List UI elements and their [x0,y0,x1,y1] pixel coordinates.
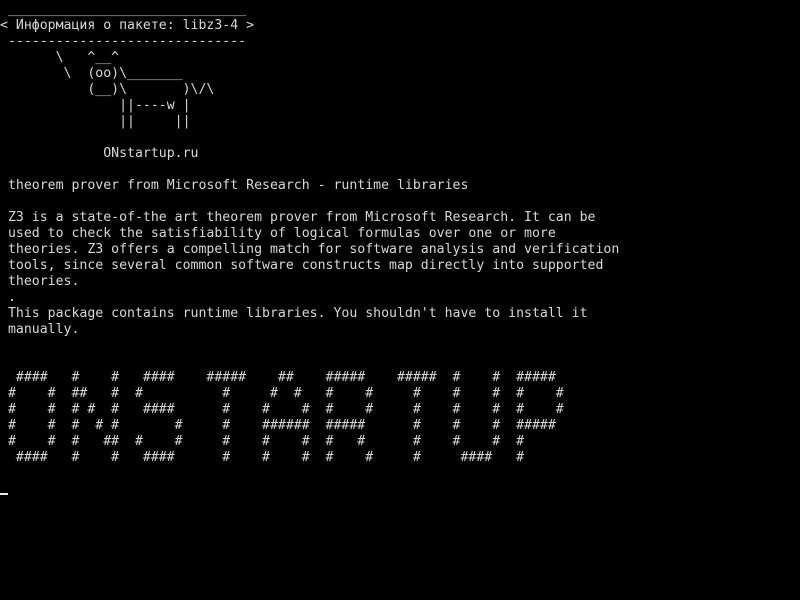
package-description: Z3 is a state-of-the art theorem prover … [7,210,620,337]
site-label: ONstartup.ru [0,146,199,161]
terminal-screen[interactable]: ______________________________ < Информа… [0,0,800,600]
onstartup-banner: #### # # #### ##### ## ##### ##### # # #… [7,370,564,465]
cowsay-art: ______________________________ < Информа… [0,2,255,129]
package-summary: theorem prover from Microsoft Research -… [0,178,469,193]
text-cursor [0,493,8,495]
